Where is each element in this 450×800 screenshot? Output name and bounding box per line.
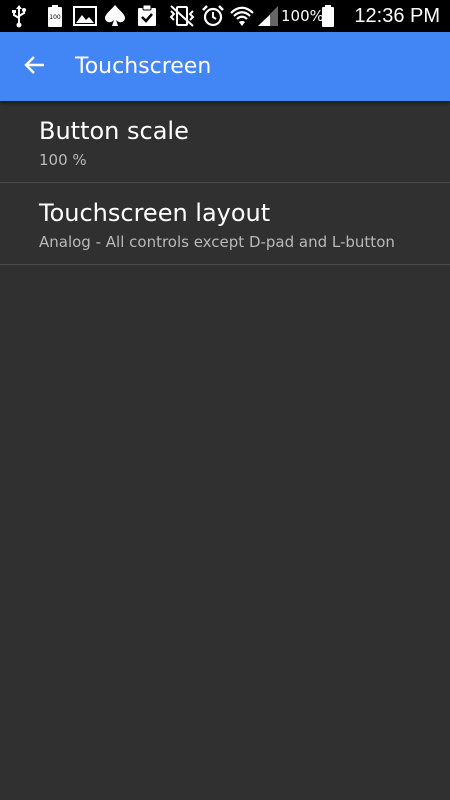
spade-icon xyxy=(102,4,128,28)
wifi-icon xyxy=(228,4,256,28)
clipboard-check-icon xyxy=(134,4,160,28)
arrow-left-icon xyxy=(23,53,47,81)
battery-icon xyxy=(320,4,336,28)
signal-icon xyxy=(256,4,280,28)
app-bar: Touchscreen xyxy=(0,32,450,101)
alarm-icon xyxy=(200,4,226,28)
preference-summary: Analog - All controls except D-pad and L… xyxy=(39,233,395,251)
usb-icon xyxy=(6,4,32,28)
clock: 12:36 PM xyxy=(354,5,440,27)
page-title: Touchscreen xyxy=(75,54,212,79)
preference-touchscreen-layout[interactable]: Touchscreen layout Analog - All controls… xyxy=(0,183,450,265)
mute-vibrate-icon xyxy=(168,4,196,28)
image-icon xyxy=(72,4,98,28)
back-button[interactable] xyxy=(14,46,56,88)
preference-title: Button scale xyxy=(39,117,189,145)
battery-percent: 100% xyxy=(281,7,324,25)
battery-100-icon: 100 xyxy=(44,4,66,28)
preference-title: Touchscreen layout xyxy=(39,199,271,227)
preference-button-scale[interactable]: Button scale 100 % xyxy=(0,101,450,183)
preference-list: Button scale 100 % Touchscreen layout An… xyxy=(0,101,450,265)
preference-summary: 100 % xyxy=(39,151,87,169)
status-bar: 100 100% 12:36 PM xyxy=(0,0,450,32)
screen: 100 100% 12:36 PM Touchscreen Button sca… xyxy=(0,0,450,800)
svg-text:100: 100 xyxy=(49,14,61,21)
